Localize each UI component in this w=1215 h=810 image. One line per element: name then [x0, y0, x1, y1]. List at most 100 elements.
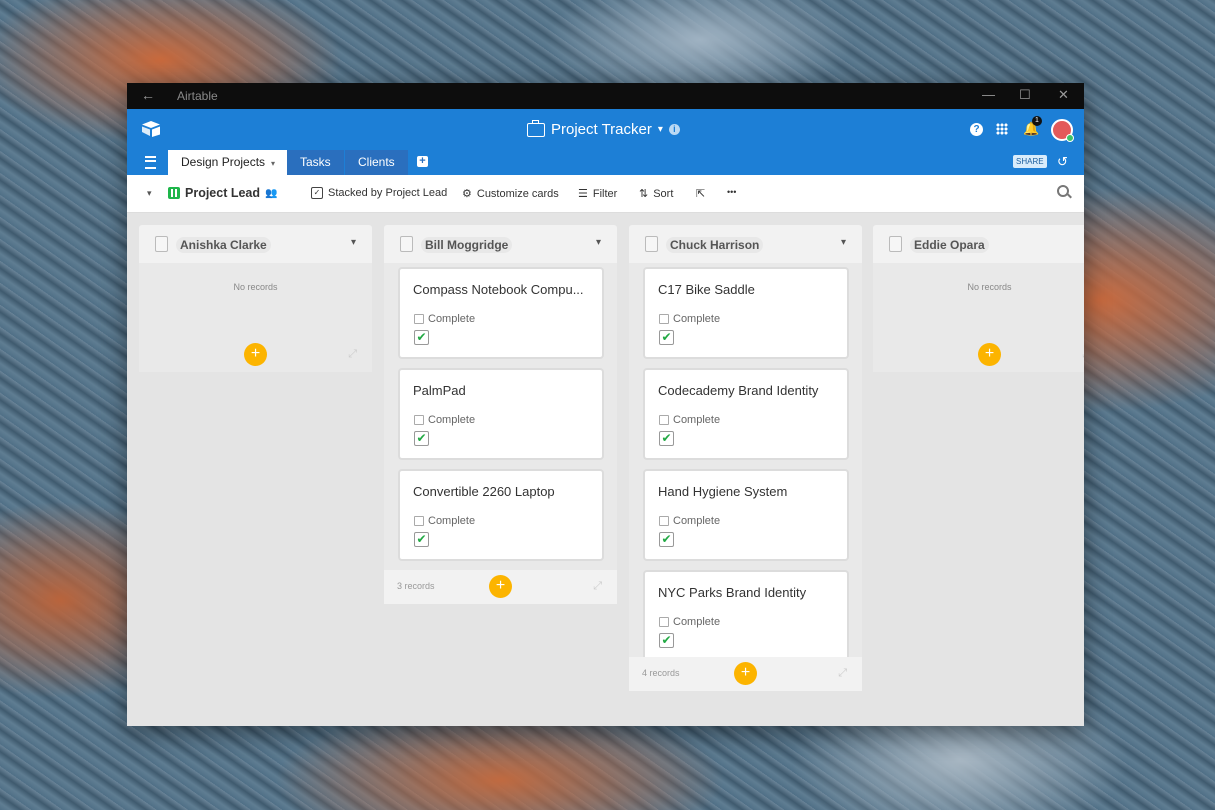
checkbox-field-icon: [659, 415, 669, 425]
base-title-text: Project Tracker: [551, 121, 652, 138]
card-title: Compass Notebook Compu...: [413, 282, 584, 297]
complete-checkbox[interactable]: ✔: [659, 633, 674, 648]
field-name: Complete: [673, 414, 721, 426]
complete-checkbox[interactable]: ✔: [414, 532, 429, 547]
stack-body: No records: [873, 263, 1084, 338]
checkbox-field-icon: [659, 516, 669, 526]
info-icon[interactable]: i: [668, 124, 680, 135]
tab-label: Clients: [358, 155, 395, 169]
stack-header: Bill Moggridge ▾: [384, 225, 617, 263]
add-record-button[interactable]: +: [734, 662, 757, 685]
briefcase-icon: [527, 119, 545, 137]
add-record-button[interactable]: +: [244, 343, 267, 366]
airtable-logo-icon[interactable]: [141, 121, 161, 137]
checkbox-field-icon: [659, 314, 669, 324]
add-record-button[interactable]: +: [489, 575, 512, 598]
avatar[interactable]: [1051, 119, 1074, 142]
stack-name: Bill Moggridge: [421, 237, 513, 253]
card-field-label: Complete: [659, 414, 720, 426]
no-records-text: No records: [967, 282, 1012, 292]
expand-icon[interactable]: ⤢: [1082, 348, 1084, 361]
expand-icon[interactable]: ⤢: [348, 348, 357, 361]
tab-caret-icon[interactable]: ▾: [271, 159, 275, 168]
stack-eddie-opara: Eddie Opara No records + ⤢: [873, 225, 1084, 372]
stack-body: C17 Bike Saddle Complete ✔ Codecademy Br…: [629, 263, 862, 657]
view-name: Project Lead: [185, 186, 261, 200]
complete-checkbox[interactable]: ✔: [659, 431, 674, 446]
card-title: Codecademy Brand Identity: [658, 383, 819, 398]
menu-icon[interactable]: [145, 156, 156, 169]
field-name: Complete: [673, 616, 721, 628]
record-card[interactable]: Convertible 2260 Laptop Complete ✔: [398, 469, 604, 561]
stack-bill-moggridge: Bill Moggridge ▾ Compass Notebook Compu.…: [384, 225, 617, 604]
stack-menu-caret-icon[interactable]: ▾: [351, 237, 356, 248]
tab-tasks[interactable]: Tasks: [287, 150, 344, 175]
stack-anishka-clarke: Anishka Clarke ▾ No records + ⤢: [139, 225, 372, 372]
history-icon[interactable]: ↺: [1057, 154, 1068, 170]
tab-clients[interactable]: Clients: [345, 150, 408, 175]
view-switcher-caret-icon[interactable]: ▾: [147, 188, 152, 199]
record-card[interactable]: Compass Notebook Compu... Complete ✔: [398, 267, 604, 359]
stack-menu-caret-icon[interactable]: ▾: [841, 237, 846, 248]
record-card[interactable]: Hand Hygiene System Complete ✔: [643, 469, 849, 561]
close-icon[interactable]: ✕: [1058, 87, 1069, 103]
record-card[interactable]: C17 Bike Saddle Complete ✔: [643, 267, 849, 359]
stack-name: Eddie Opara: [910, 237, 989, 253]
add-table-icon[interactable]: +: [417, 156, 428, 167]
sort-label: Sort: [653, 187, 674, 200]
sort-button[interactable]: ⇅ Sort: [639, 187, 674, 201]
minimize-icon[interactable]: —: [982, 87, 995, 102]
stacked-by-button[interactable]: ✓ Stacked by Project Lead: [311, 187, 447, 199]
window-title: Airtable: [177, 89, 218, 103]
complete-checkbox[interactable]: ✔: [659, 532, 674, 547]
stack-name: Chuck Harrison: [666, 237, 764, 253]
card-title: NYC Parks Brand Identity: [658, 585, 807, 600]
record-card[interactable]: NYC Parks Brand Identity Complete ✔: [643, 570, 849, 657]
view-switcher[interactable]: Project Lead 👥: [168, 186, 277, 200]
back-arrow-icon[interactable]: ←: [141, 87, 155, 103]
tab-label: Design Projects: [181, 155, 266, 169]
share-button[interactable]: SHARE: [1013, 155, 1047, 168]
expand-icon[interactable]: ⤢: [593, 580, 602, 593]
complete-checkbox[interactable]: ✔: [659, 330, 674, 345]
more-options-icon[interactable]: •••: [727, 187, 736, 197]
add-record-button[interactable]: +: [978, 343, 1001, 366]
maximize-icon[interactable]: ☐: [1019, 87, 1031, 103]
base-title-caret-icon[interactable]: ▾: [658, 124, 663, 135]
customize-cards-button[interactable]: ⚙ Customize cards: [462, 187, 559, 201]
help-icon[interactable]: ?: [970, 123, 983, 136]
gear-icon: ⚙: [462, 188, 472, 200]
stack-menu-caret-icon[interactable]: ▾: [596, 237, 601, 248]
complete-checkbox[interactable]: ✔: [414, 330, 429, 345]
stack-field-icon: ✓: [311, 187, 323, 199]
stack-chuck-harrison: Chuck Harrison ▾ C17 Bike Saddle Complet…: [629, 225, 862, 691]
share-view-icon[interactable]: ⇱: [696, 187, 705, 200]
stack-header: Chuck Harrison ▾: [629, 225, 862, 263]
stack-footer: 3 records + ⤢: [384, 570, 617, 604]
search-icon[interactable]: [1057, 185, 1069, 197]
filter-label: Filter: [592, 187, 618, 200]
collaborator-doc-icon: [645, 236, 658, 252]
collaborator-doc-icon: [889, 236, 902, 252]
field-name: Complete: [673, 313, 721, 325]
record-count: 3 records: [397, 581, 435, 591]
complete-checkbox[interactable]: ✔: [414, 431, 429, 446]
filter-button[interactable]: ☰ Filter: [578, 187, 618, 201]
record-card[interactable]: Codecademy Brand Identity Complete ✔: [643, 368, 849, 460]
app-window: ← Airtable — ☐ ✕ Project Tracker ▾ i ? 🔔…: [127, 83, 1084, 726]
checkbox-field-icon: [414, 516, 424, 526]
apps-grid-icon[interactable]: [996, 123, 1008, 135]
collaborator-doc-icon: [155, 236, 168, 252]
app-header: Project Tracker ▾ i ? 🔔 1 Design Project…: [127, 109, 1084, 175]
field-name: Complete: [673, 515, 721, 527]
card-field-label: Complete: [659, 616, 720, 628]
expand-icon[interactable]: ⤢: [838, 667, 847, 680]
card-title: Convertible 2260 Laptop: [413, 484, 555, 499]
base-title[interactable]: Project Tracker ▾ i: [527, 119, 680, 138]
kanban-board: Anishka Clarke ▾ No records + ⤢ Bill Mog…: [127, 212, 1084, 726]
tab-design-projects[interactable]: Design Projects ▾: [168, 150, 289, 175]
notification-count-badge: 1: [1032, 116, 1042, 126]
stack-body: No records: [139, 263, 372, 338]
table-tabs: Design Projects ▾ Tasks Clients + SHARE ↺: [127, 150, 1084, 175]
record-card[interactable]: PalmPad Complete ✔: [398, 368, 604, 460]
